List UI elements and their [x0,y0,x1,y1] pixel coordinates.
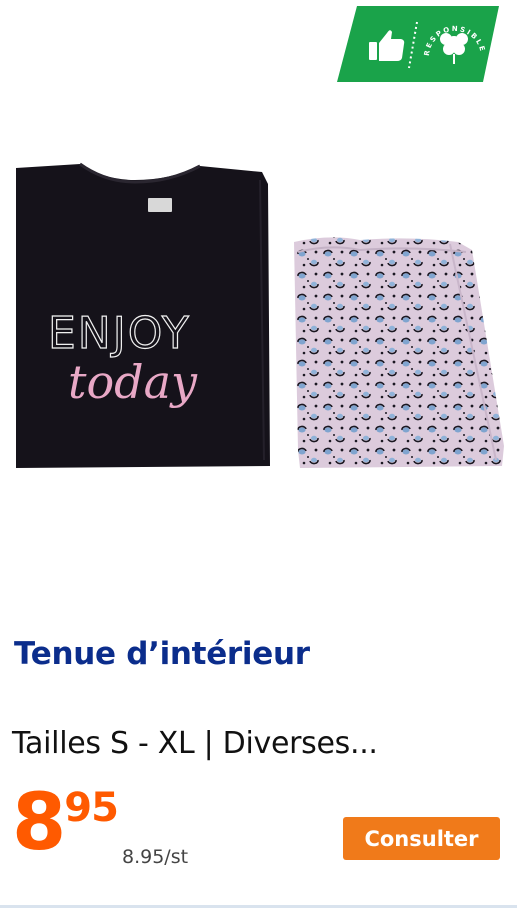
unit-price: 8.95/st [122,846,189,868]
consult-button[interactable]: Consulter [343,817,500,860]
price: 895 [12,778,119,868]
responsible-cotton-badge: RESPONSIBLE COTTON [337,6,499,82]
top-print-line1: ENJOY [48,308,191,359]
folded-bottoms [294,237,504,468]
top-print-line2: today [68,355,198,409]
price-decimals: 95 [64,785,119,831]
product-subtitle: Tailles S - XL | Diverses... [12,726,378,761]
folded-top: ENJOY today [16,162,270,468]
product-card[interactable]: RESPONSIBLE COTTON ENJOY today [0,0,517,908]
product-image: ENJOY today [16,162,504,468]
product-title: Tenue d’intérieur [14,636,310,672]
price-integer: 8 [12,778,66,868]
